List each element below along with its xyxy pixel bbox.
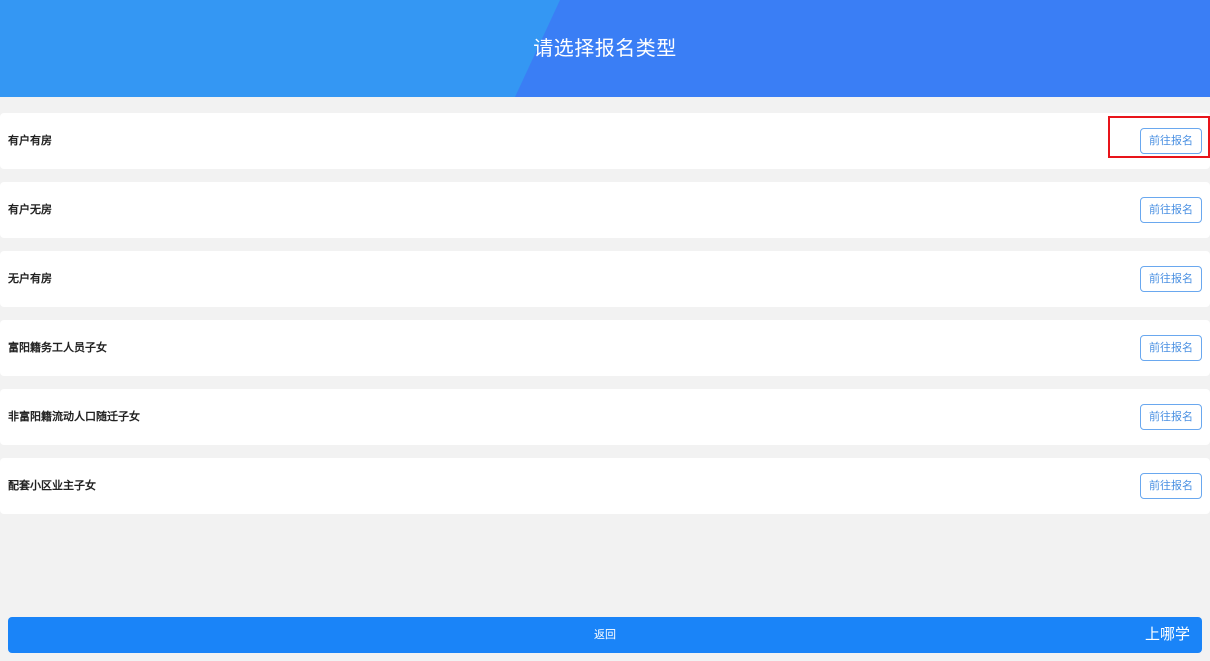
- page-title: 请选择报名类型: [533, 36, 677, 60]
- category-label: 有户有房: [8, 134, 52, 147]
- return-button[interactable]: 返回 上哪学: [8, 617, 1202, 653]
- list-item: 非富阳籍流动人口随迁子女 前往报名: [0, 389, 1210, 445]
- list-item: 无户有房 前往报名: [0, 251, 1210, 307]
- category-label: 配套小区业主子女: [8, 479, 96, 492]
- category-label: 有户无房: [8, 203, 52, 216]
- go-register-button[interactable]: 前往报名: [1140, 266, 1202, 292]
- list-item: 有户无房 前往报名: [0, 182, 1210, 238]
- page-header: 请选择报名类型: [0, 0, 1210, 97]
- go-register-button[interactable]: 前往报名: [1140, 473, 1202, 499]
- registration-type-list: 有户有房 前往报名 有户无房 前往报名 无户有房 前往报名 富阳籍务工人员子女 …: [0, 113, 1210, 527]
- go-register-button[interactable]: 前往报名: [1140, 404, 1202, 430]
- go-register-button[interactable]: 前往报名: [1140, 335, 1202, 361]
- category-label: 非富阳籍流动人口随迁子女: [8, 410, 140, 423]
- go-register-button[interactable]: 前往报名: [1140, 197, 1202, 223]
- go-register-button[interactable]: 前往报名: [1140, 128, 1202, 154]
- watermark: 上哪学: [1144, 625, 1190, 643]
- list-item: 有户有房 前往报名: [0, 113, 1210, 169]
- category-label: 富阳籍务工人员子女: [8, 341, 107, 354]
- list-item: 配套小区业主子女 前往报名: [0, 458, 1210, 514]
- list-item: 富阳籍务工人员子女 前往报名: [0, 320, 1210, 376]
- category-label: 无户有房: [8, 272, 52, 285]
- return-label: 返回: [594, 628, 616, 641]
